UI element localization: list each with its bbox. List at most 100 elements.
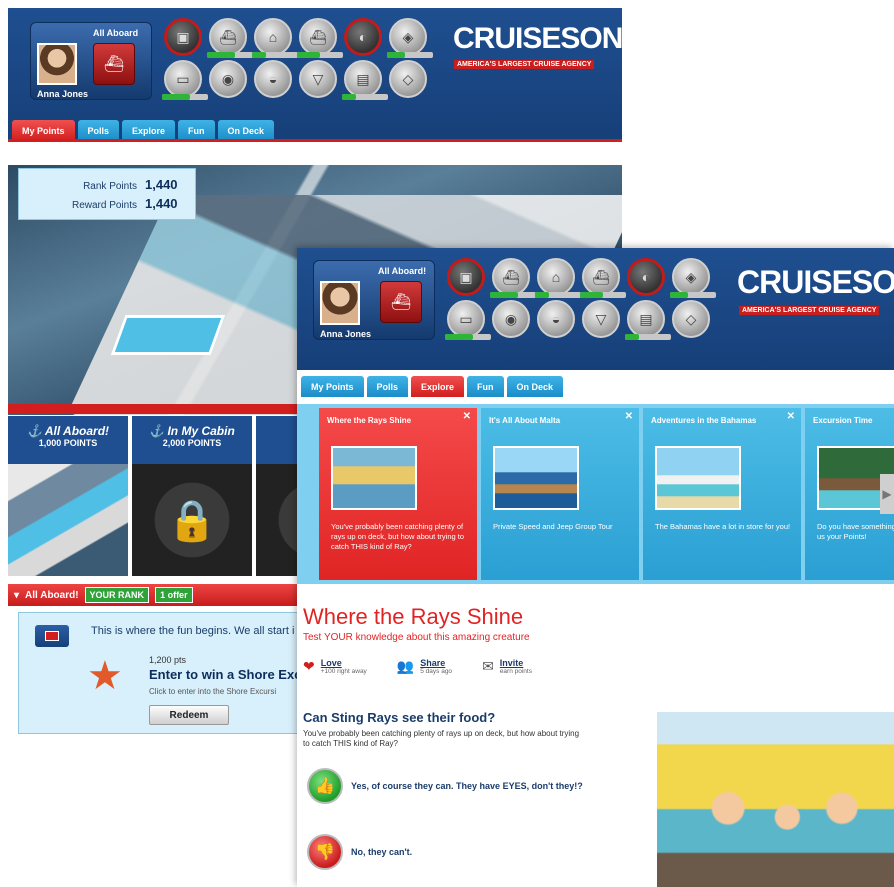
badge-progress-bar [342, 94, 388, 100]
tab-explore[interactable]: Explore [122, 120, 176, 141]
tab-polls[interactable]: Polls [77, 120, 120, 141]
offer-title: Enter to win a Shore Excu [149, 667, 310, 682]
card-points: 1,000 POINTS [38, 438, 98, 448]
reward-points-label: Reward Points [71, 200, 137, 211]
answer-no[interactable]: 👎 No, they can't. [307, 834, 601, 870]
article-actions: ❤ Love +100 right away 👥 Share 5 days ago ✉ Inv… [303, 658, 532, 675]
bed-icon[interactable]: ▭ [162, 60, 208, 100]
thumbs-up-icon[interactable]: 👍 [307, 768, 343, 804]
card-title: In My Cabin [167, 424, 235, 438]
snorkel-icon[interactable]: ◐ [344, 18, 382, 56]
points-panel: Rank Points 1,440 Reward Points 1,440 [18, 168, 196, 220]
tab-explore[interactable]: Explore [411, 376, 465, 397]
ship-icon[interactable]: ⛴ [207, 18, 253, 58]
card-title: All Aboard! [44, 424, 110, 438]
action-love[interactable]: ❤ Love +100 right away [303, 658, 367, 675]
tab-fun[interactable]: Fun [178, 120, 215, 141]
action-label[interactable]: Love [321, 658, 367, 668]
tab-underline [8, 139, 622, 142]
tab-my-points[interactable]: My Points [301, 376, 364, 397]
action-label[interactable]: Invite [500, 658, 532, 668]
explore-card-description: The Bahamas have a lot in store for you! [655, 522, 791, 531]
ship-icon[interactable]: ⛴ [490, 258, 536, 298]
spa-icon[interactable]: ◇ [389, 60, 427, 98]
snorkel-icon[interactable]: ◐ [627, 258, 665, 296]
chevron-right-icon[interactable]: ▶ [880, 474, 894, 514]
close-icon[interactable]: ✕ [463, 411, 471, 422]
bed-icon[interactable]: ▭ [445, 300, 491, 340]
redeem-button[interactable]: Redeem [149, 705, 229, 725]
profile-card[interactable]: All Aboard ⛴ Anna Jones [30, 22, 152, 100]
answer-yes[interactable]: 👍 Yes, of course they can. They have EYE… [307, 768, 601, 804]
explore-card-title: Adventures in the Bahamas [651, 416, 757, 425]
cabin-icon[interactable]: ▤ [625, 300, 671, 340]
theater-icon[interactable]: ◈ [670, 258, 716, 298]
ship-icon[interactable]: ⛴ [297, 18, 343, 58]
dish-icon[interactable]: ◒ [537, 300, 575, 338]
mask-icon[interactable]: ◉ [492, 300, 530, 338]
chevron-down-icon: ▾ [14, 589, 20, 601]
anchor-icon: ⚓ In My Cabin [149, 424, 235, 438]
points-row: Reward Points 1,440 [29, 196, 185, 211]
suitcase-icon[interactable]: ▣ [164, 18, 202, 56]
cabin-icon[interactable]: ▤ [342, 60, 388, 100]
arch-icon[interactable]: ⌂ [535, 258, 581, 298]
tab-on-deck[interactable]: On Deck [217, 120, 275, 141]
explore-card-description: Do you have something to share? Send us … [817, 522, 894, 541]
explore-window: All Aboard! ⛴ Anna Jones ▣ ⛴ ⌂ ⛴ ◐ ◈ ▭ ◉ ◒ ▽ ▤ ◇ CR… [297, 248, 894, 887]
lock-icon: 🔒 [132, 464, 252, 576]
tab-bar: My Points Polls Explore Fun On Deck [301, 376, 564, 397]
tab-bar: My Points Polls Explore Fun On Deck [12, 120, 275, 141]
ship-icon[interactable]: ⛴ [580, 258, 626, 298]
action-share[interactable]: 👥 Share 5 days ago [397, 658, 452, 675]
mail-icon: ✉ [482, 658, 494, 674]
explore-card-title: Where the Rays Shine [327, 416, 412, 425]
explore-card-description: Private Speed and Jeep Group Tour [493, 522, 613, 531]
explore-card[interactable]: It's All About Malta ✕ Private Speed and J… [481, 408, 639, 580]
cocktail-icon[interactable]: ▽ [299, 60, 337, 98]
explore-carousel: Where the Rays Shine ✕ You've probably bee… [297, 404, 894, 584]
quiz-description: You've probably been catching plenty of … [303, 729, 580, 748]
action-invite[interactable]: ✉ Invite earn points [482, 658, 532, 675]
logo: CRUISESONLY® [453, 22, 622, 55]
explore-card[interactable]: Where the Rays Shine ✕ You've probably bee… [319, 408, 477, 580]
tab-fun[interactable]: Fun [467, 376, 504, 397]
theater-icon[interactable]: ◈ [387, 18, 433, 58]
tab-polls[interactable]: Polls [366, 376, 409, 397]
profile-name: Anna Jones [37, 89, 89, 99]
mask-icon[interactable]: ◉ [209, 60, 247, 98]
level-card-in-my-cabin[interactable]: ⚓ In My Cabin 2,000 POINTS 🔒 [132, 416, 252, 576]
close-icon[interactable]: ✕ [625, 411, 633, 422]
level-card-all-aboard[interactable]: ⚓ All Aboard! 1,000 POINTS [8, 416, 128, 576]
tab-on-deck[interactable]: On Deck [506, 376, 564, 397]
action-label[interactable]: Share [420, 658, 452, 668]
card-points: 2,000 POINTS [162, 438, 222, 448]
cocktail-icon[interactable]: ▽ [582, 300, 620, 338]
rank-points-value: 1,440 [145, 177, 178, 192]
logo: CRUISESONLY [737, 264, 894, 300]
header: All Aboard! ⛴ Anna Jones ▣ ⛴ ⌂ ⛴ ◐ ◈ ▭ ◉ ◒ ▽ ▤ ◇ CR… [297, 248, 894, 397]
badge-progress-bar [162, 94, 208, 100]
rank-points-label: Rank Points [83, 181, 137, 192]
badge-progress-bar [297, 52, 343, 58]
badge-grid: ▣ ⛴ ⌂ ⛴ ◐ ◈ ▭ ◉ ◒ ▽ ▤ ◇ [445, 258, 716, 340]
rank-badge: YOUR RANK [84, 587, 150, 603]
spa-icon[interactable]: ◇ [672, 300, 710, 338]
arch-icon[interactable]: ⌂ [252, 18, 298, 58]
ship-pool [110, 315, 226, 355]
suitcase-icon[interactable]: ▣ [447, 258, 485, 296]
tab-my-points[interactable]: My Points [12, 120, 75, 141]
action-meta: +100 right away [320, 668, 367, 675]
heart-icon: ❤ [303, 658, 315, 674]
card-ship-image [8, 464, 128, 576]
thumbs-down-icon[interactable]: 👎 [307, 834, 343, 870]
header: All Aboard ⛴ Anna Jones ▣ ⛴ ⌂ ⛴ ◐ ◈ ▭ ◉ ◒ ▽ ▤ ◇ CRU… [8, 8, 622, 142]
explore-card-description: You've probably been catching plenty of … [331, 522, 464, 551]
profile-label: All Aboard [93, 28, 139, 38]
profile-card[interactable]: All Aboard! ⛴ Anna Jones [313, 260, 435, 340]
dish-icon[interactable]: ◒ [254, 60, 292, 98]
offer-description: Click to enter into the Shore Excursi [149, 687, 277, 696]
explore-card[interactable]: Adventures in the Bahamas ✕ The Bahamas ha… [643, 408, 801, 580]
close-icon[interactable]: ✕ [787, 411, 795, 422]
answer-text: No, they can't. [351, 847, 413, 857]
